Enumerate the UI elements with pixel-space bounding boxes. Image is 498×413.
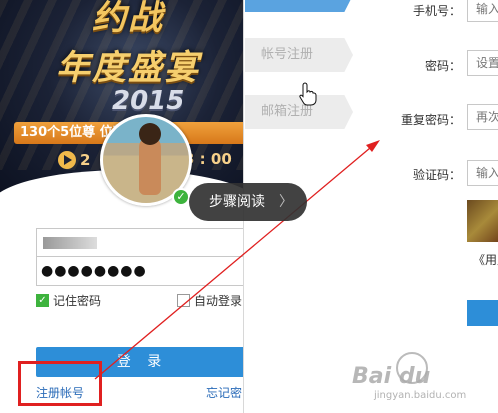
hand-cursor-icon — [299, 82, 317, 106]
password-field[interactable]: 设置 — [467, 50, 498, 76]
captcha-label: 验证码： — [412, 168, 461, 182]
avatar-photo-figure — [139, 137, 161, 195]
phone-label: 手机号： — [412, 4, 461, 18]
repeat-password-field[interactable]: 再次 — [467, 104, 498, 130]
forgot-password-link[interactable]: 忘记密 — [206, 384, 242, 401]
password-value: ●●●●●●●● — [41, 263, 147, 279]
avatar-photo-head — [139, 123, 161, 145]
banner-countdown: 23 : 00 — [58, 150, 232, 170]
tooltip-label: 步骤阅读 — [209, 194, 265, 210]
phone-input[interactable]: 输入 — [467, 0, 498, 22]
remember-password-label: 记住密码 — [53, 294, 102, 308]
account-input[interactable] — [36, 228, 243, 256]
play-icon — [58, 150, 76, 169]
online-status-icon[interactable]: ✓ — [172, 188, 190, 206]
tab-account-register[interactable]: 帐号注册 — [245, 38, 353, 72]
account-blurred-value — [43, 237, 97, 249]
baidu-jingyan-watermark: Bai du jingyan.baidu.com — [352, 348, 492, 404]
password-input[interactable]: ●●●●●●●● — [36, 256, 243, 286]
watermark-url: jingyan.baidu.com — [374, 390, 467, 401]
remember-password-checkbox[interactable]: ✓ 记住密码 — [36, 292, 101, 309]
captcha-image[interactable] — [467, 200, 498, 242]
step-reading-tooltip[interactable]: 步骤阅读 〉 — [189, 183, 307, 221]
checkbox-checked-icon: ✓ — [36, 294, 49, 307]
user-agreement-link[interactable]: 《用户 — [473, 251, 498, 268]
watermark-logo: Bai du — [352, 364, 431, 389]
chevron-right-icon: 〉 — [279, 194, 293, 210]
banner-title-line2: 年度盛宴 — [56, 48, 200, 88]
auto-login-label: 自动登录 — [194, 294, 243, 308]
repeat-password-label: 重复密码： — [400, 113, 461, 127]
captcha-input[interactable]: 输入 — [467, 160, 498, 186]
auto-login-checkbox[interactable]: 自动登录 — [177, 292, 242, 309]
submit-register-button[interactable] — [467, 300, 498, 326]
annotation-highlight-box — [18, 361, 102, 406]
banner-title-line1: 约战 — [92, 0, 164, 38]
checkbox-unchecked-icon — [177, 294, 190, 307]
tab-phone-register[interactable]: 手机号注册 — [245, 0, 353, 12]
banner-year: 2015 — [112, 86, 185, 116]
password-label: 密码： — [424, 59, 461, 73]
